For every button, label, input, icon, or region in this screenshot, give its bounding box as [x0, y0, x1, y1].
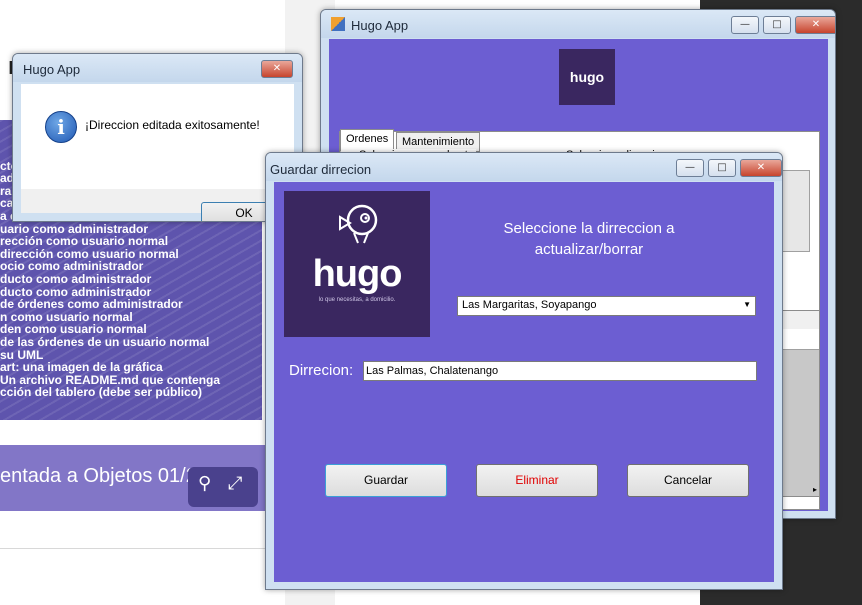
close-button[interactable]: ✕	[795, 16, 835, 34]
background-divider	[0, 548, 285, 549]
edit-window-title: Guardar dirrecion	[270, 162, 372, 177]
banner-line: de las órdenes de un usuario normal	[0, 334, 210, 349]
grid-header	[781, 311, 819, 330]
save-button[interactable]: Guardar	[325, 464, 447, 497]
scroll-right-icon[interactable]: ▸	[813, 485, 817, 494]
logo-tagline: lo que necesitas, a domicilio.	[318, 297, 396, 303]
logo-wordmark: hugo	[312, 253, 403, 295]
message-box-title: Hugo App	[23, 62, 81, 77]
fullscreen-icon[interactable]: ⤢	[228, 473, 242, 494]
share-icon[interactable]: ⚲	[198, 473, 211, 494]
address-select[interactable]: Las Margaritas, Soyapango ▼	[457, 296, 756, 316]
message-box-titlebar: Hugo App ✕	[13, 54, 302, 82]
message-box-close-button[interactable]: ✕	[261, 60, 293, 78]
maximize-button[interactable]: □	[763, 16, 791, 34]
message-box-body: i ¡Direccion editada exitosamente! OK	[21, 84, 294, 221]
info-icon: i	[45, 111, 77, 143]
data-grid[interactable]: ▸	[780, 310, 820, 497]
banner-line: rección como usuario normal	[0, 234, 169, 249]
main-logo: hugo	[559, 49, 615, 105]
cancel-button[interactable]: Cancelar	[627, 464, 749, 497]
chevron-down-icon: ▼	[743, 300, 751, 309]
banner-line: cción del tablero (debe ser público)	[0, 385, 203, 400]
edit-minimize-button[interactable]: —	[676, 159, 704, 177]
address-field[interactable]	[363, 361, 757, 381]
message-text: ¡Direccion editada exitosamente!	[85, 118, 260, 132]
edit-heading: Seleccione la dirreccion a actualizar/bo…	[503, 220, 675, 258]
bird-icon	[339, 204, 378, 244]
banner-line: de órdenes como administrador	[0, 297, 183, 312]
edit-window-client: hugo lo que necesitas, a domicilio. Sele…	[274, 182, 774, 582]
main-window-titlebar: Hugo App — □ ✕	[321, 10, 835, 38]
edit-close-button[interactable]: ✕	[740, 159, 782, 177]
message-box: Hugo App ✕ i ¡Direccion editada exitosam…	[12, 53, 303, 222]
banner-line: ducto como administrador	[0, 271, 152, 286]
message-area: i ¡Direccion editada exitosamente!	[21, 84, 294, 189]
minimize-button[interactable]: —	[731, 16, 759, 34]
hugo-logo: hugo lo que necesitas, a domicilio.	[284, 191, 430, 337]
app-icon	[331, 17, 345, 31]
edit-window: Guardar dirrecion — □ ✕ hugo lo que nece…	[265, 152, 783, 590]
grid-row[interactable]	[781, 329, 819, 350]
edit-maximize-button[interactable]: □	[708, 159, 736, 177]
background-caption-bar: entada a Objetos 01/2020 ⚲ ⤢	[0, 445, 265, 511]
address-field-label: Dirrecion:	[289, 362, 354, 379]
main-window-title: Hugo App	[351, 18, 409, 33]
edit-window-titlebar: Guardar dirrecion — □ ✕	[266, 153, 782, 181]
delete-button[interactable]: Eliminar	[476, 464, 598, 497]
share-toolbar: ⚲ ⤢	[188, 467, 258, 507]
address-select-value: Las Margaritas, Soyapango	[462, 299, 597, 311]
banner-line: art: una imagen de la gráfica	[0, 360, 163, 375]
